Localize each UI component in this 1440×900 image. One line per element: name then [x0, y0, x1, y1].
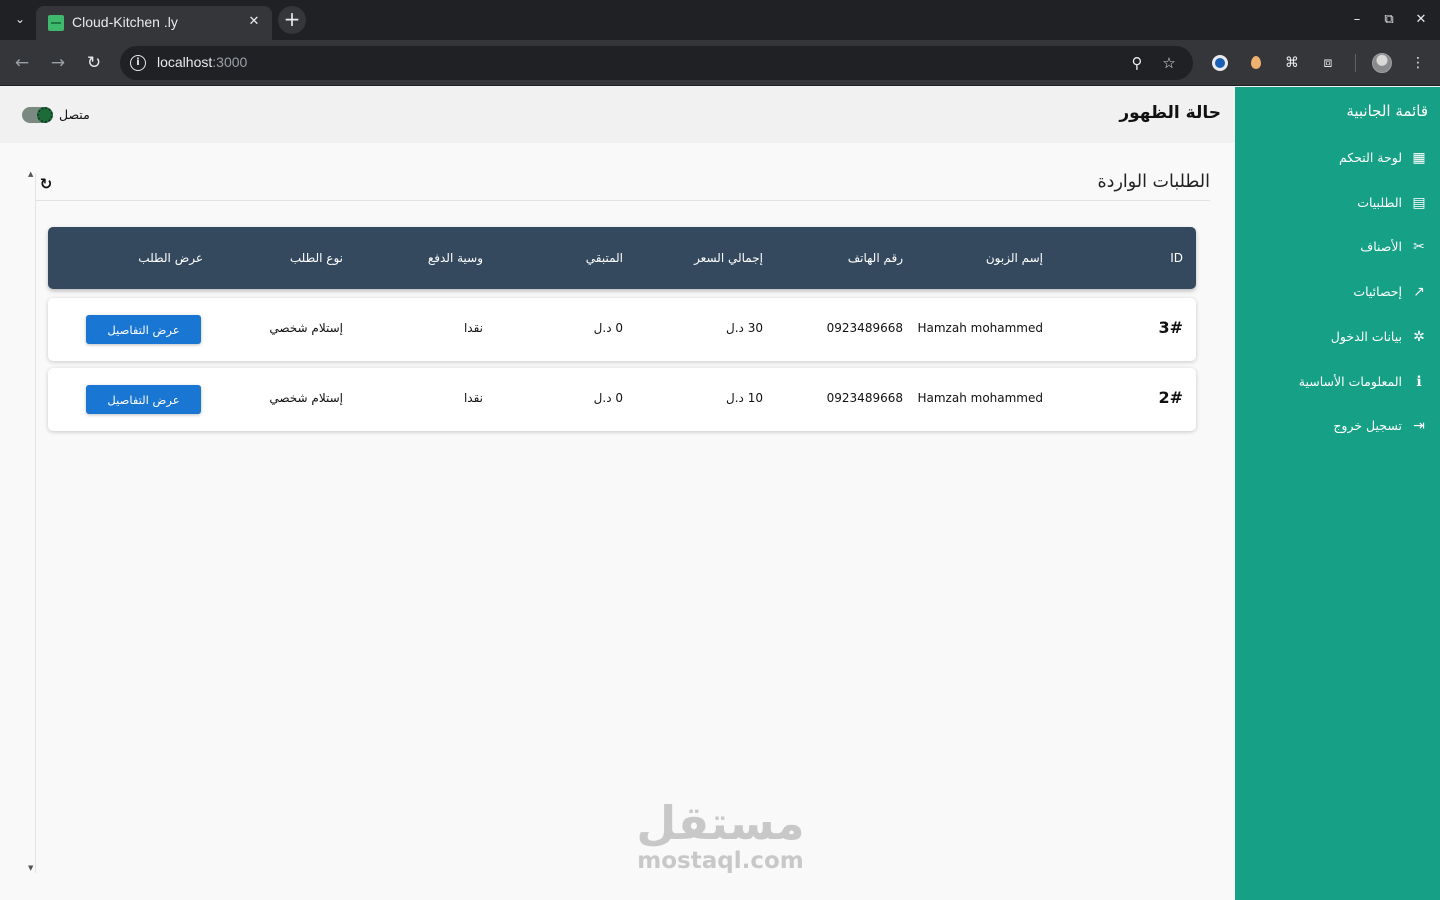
sidebar-item-logout[interactable]: ⇥ تسجيل خروج: [1243, 414, 1428, 438]
extensions-puzzle-icon[interactable]: ⧈: [1318, 53, 1338, 73]
app-root: قائمة الجانبية ▦ لوحة التحكم ▤ الطلبيات …: [0, 87, 1440, 900]
page-title: حالة الظهور: [1119, 103, 1221, 123]
reload-icon[interactable]: ↻: [82, 51, 106, 75]
back-icon[interactable]: ←: [10, 51, 34, 75]
minimize-icon[interactable]: –: [1347, 10, 1367, 30]
browser-tab-bar: ⌄ Cloud-Kitchen .ly ✕ + – ⧉ ✕: [0, 0, 1440, 40]
online-status-toggle[interactable]: [22, 107, 53, 123]
tab-title: Cloud-Kitchen .ly: [72, 14, 178, 30]
restore-icon[interactable]: ⧉: [1379, 10, 1399, 30]
url-text: localhost:3000: [157, 54, 247, 70]
login-data-icon: ✲: [1413, 329, 1425, 345]
sidebar-item-label: بيانات الدخول: [1330, 329, 1402, 344]
watermark-logo: مستقل mostaql.com: [633, 798, 808, 874]
watermark-arabic: مستقل: [636, 796, 805, 850]
phone-number: 0923489668: [826, 321, 903, 335]
site-info-icon[interactable]: i: [130, 55, 146, 71]
browser-toolbar: ← → ↻ i localhost:3000 ⚲ ☆ ⌘ ⧈ ⋮: [0, 40, 1440, 86]
sidebar-item-dashboard[interactable]: ▦ لوحة التحكم: [1243, 146, 1428, 170]
sidebar-title: قائمة الجانبية: [1346, 102, 1428, 120]
app-header: حالة الظهور متصل: [0, 87, 1235, 143]
order-type: إستلام شخصي: [269, 391, 343, 405]
table-row: 2# Hamzah mohammed 0923489668 10 د.ل 0 د…: [48, 368, 1196, 431]
view-details-button[interactable]: عرض التفاصيل: [86, 315, 201, 344]
column-header-type: نوع الطلب: [289, 251, 343, 265]
sidebar-item-login-data[interactable]: ✲ بيانات الدخول: [1243, 325, 1428, 349]
refresh-icon[interactable]: ↻: [38, 176, 54, 192]
column-header-phone: رقم الهاتف: [847, 251, 903, 265]
extension-egg-icon[interactable]: [1251, 56, 1261, 69]
url-host: localhost: [157, 54, 213, 70]
order-id: 2#: [1158, 388, 1183, 407]
order-type: إستلام شخصي: [269, 321, 343, 335]
remaining-amount: 0 د.ل: [593, 391, 623, 405]
column-header-customer: إسم الزبون: [985, 251, 1043, 265]
orders-table-header: ID إسم الزبون رقم الهاتف إجمالي السعر ال…: [48, 227, 1196, 289]
column-header-id: ID: [1170, 251, 1183, 265]
tab-search-icon[interactable]: ⌄: [12, 11, 28, 27]
sidebar-item-label: الأصناف: [1360, 239, 1402, 254]
sidebar-item-statistics[interactable]: ↗ إحصائيات: [1243, 280, 1428, 304]
column-header-total: إجمالي السعر: [694, 251, 763, 265]
order-id: 3#: [1158, 318, 1183, 337]
sidebar-item-basic-info[interactable]: ℹ المعلومات الأساسية: [1243, 370, 1428, 394]
customer-name: Hamzah mohammed: [917, 321, 1043, 335]
column-header-view: عرض الطلب: [138, 251, 203, 265]
close-window-icon[interactable]: ✕: [1411, 10, 1431, 30]
info-icon: ℹ: [1416, 374, 1422, 390]
total-price: 30 د.ل: [726, 321, 763, 335]
orders-section-title: الطلبات الواردة: [1097, 172, 1210, 192]
table-row: 3# Hamzah mohammed 0923489668 30 د.ل 0 د…: [48, 298, 1196, 361]
customer-name: Hamzah mohammed: [917, 391, 1043, 405]
tab-close-icon[interactable]: ✕: [246, 14, 262, 30]
logout-icon: ⇥: [1413, 418, 1425, 434]
address-bar[interactable]: i localhost:3000 ⚲ ☆: [120, 46, 1193, 80]
utensils-icon: ✂: [1413, 239, 1425, 255]
main-content: ▲ ▼ ↻ الطلبات الواردة ID إسم الزبون رقم …: [0, 143, 1235, 900]
favicon-icon: [48, 15, 64, 31]
url-port: :3000: [212, 54, 248, 70]
remaining-amount: 0 د.ل: [593, 321, 623, 335]
browser-menu-icon[interactable]: ⋮: [1408, 53, 1428, 73]
total-price: 10 د.ل: [726, 391, 763, 405]
sidebar-item-label: المعلومات الأساسية: [1298, 374, 1402, 389]
dashboard-icon: ▦: [1412, 150, 1426, 166]
section-divider: [36, 200, 1210, 201]
sidebar-item-label: إحصائيات: [1353, 284, 1402, 299]
toggle-knob: [37, 107, 53, 123]
phone-number: 0923489668: [826, 391, 903, 405]
sidebar-item-orders[interactable]: ▤ الطلبيات: [1243, 191, 1428, 215]
scroll-down-icon[interactable]: ▼: [28, 865, 34, 872]
chart-trend-icon: ↗: [1413, 284, 1425, 300]
column-header-remaining: المتبقي: [585, 251, 623, 265]
bookmark-star-icon[interactable]: ☆: [1160, 54, 1178, 72]
translate-icon[interactable]: ⌘: [1282, 53, 1302, 73]
scrollbar[interactable]: [26, 173, 36, 873]
archive-icon: ▤: [1412, 195, 1426, 211]
sidebar: قائمة الجانبية ▦ لوحة التحكم ▤ الطلبيات …: [1235, 87, 1440, 900]
payment-method: نقدا: [463, 321, 483, 335]
sidebar-item-label: لوحة التحكم: [1338, 150, 1402, 165]
profile-avatar[interactable]: [1372, 53, 1392, 73]
forward-icon[interactable]: →: [46, 51, 70, 75]
sidebar-item-items[interactable]: ✂ الأصناف: [1243, 235, 1428, 259]
toolbar-divider: [1355, 54, 1356, 72]
zoom-icon[interactable]: ⚲: [1128, 54, 1146, 72]
column-header-payment: وسية الدفع: [427, 251, 483, 265]
sidebar-item-label: الطلبيات: [1357, 195, 1402, 210]
watermark-latin: mostaql.com: [637, 848, 804, 874]
sidebar-item-label: تسجيل خروج: [1333, 418, 1402, 433]
payment-method: نقدا: [463, 391, 483, 405]
scroll-up-icon[interactable]: ▲: [28, 171, 34, 178]
password-manager-icon[interactable]: [1212, 55, 1228, 71]
new-tab-button[interactable]: +: [278, 6, 306, 34]
browser-tab[interactable]: Cloud-Kitchen .ly ✕: [36, 6, 272, 40]
view-details-button[interactable]: عرض التفاصيل: [86, 385, 201, 414]
status-label: متصل: [59, 107, 90, 122]
